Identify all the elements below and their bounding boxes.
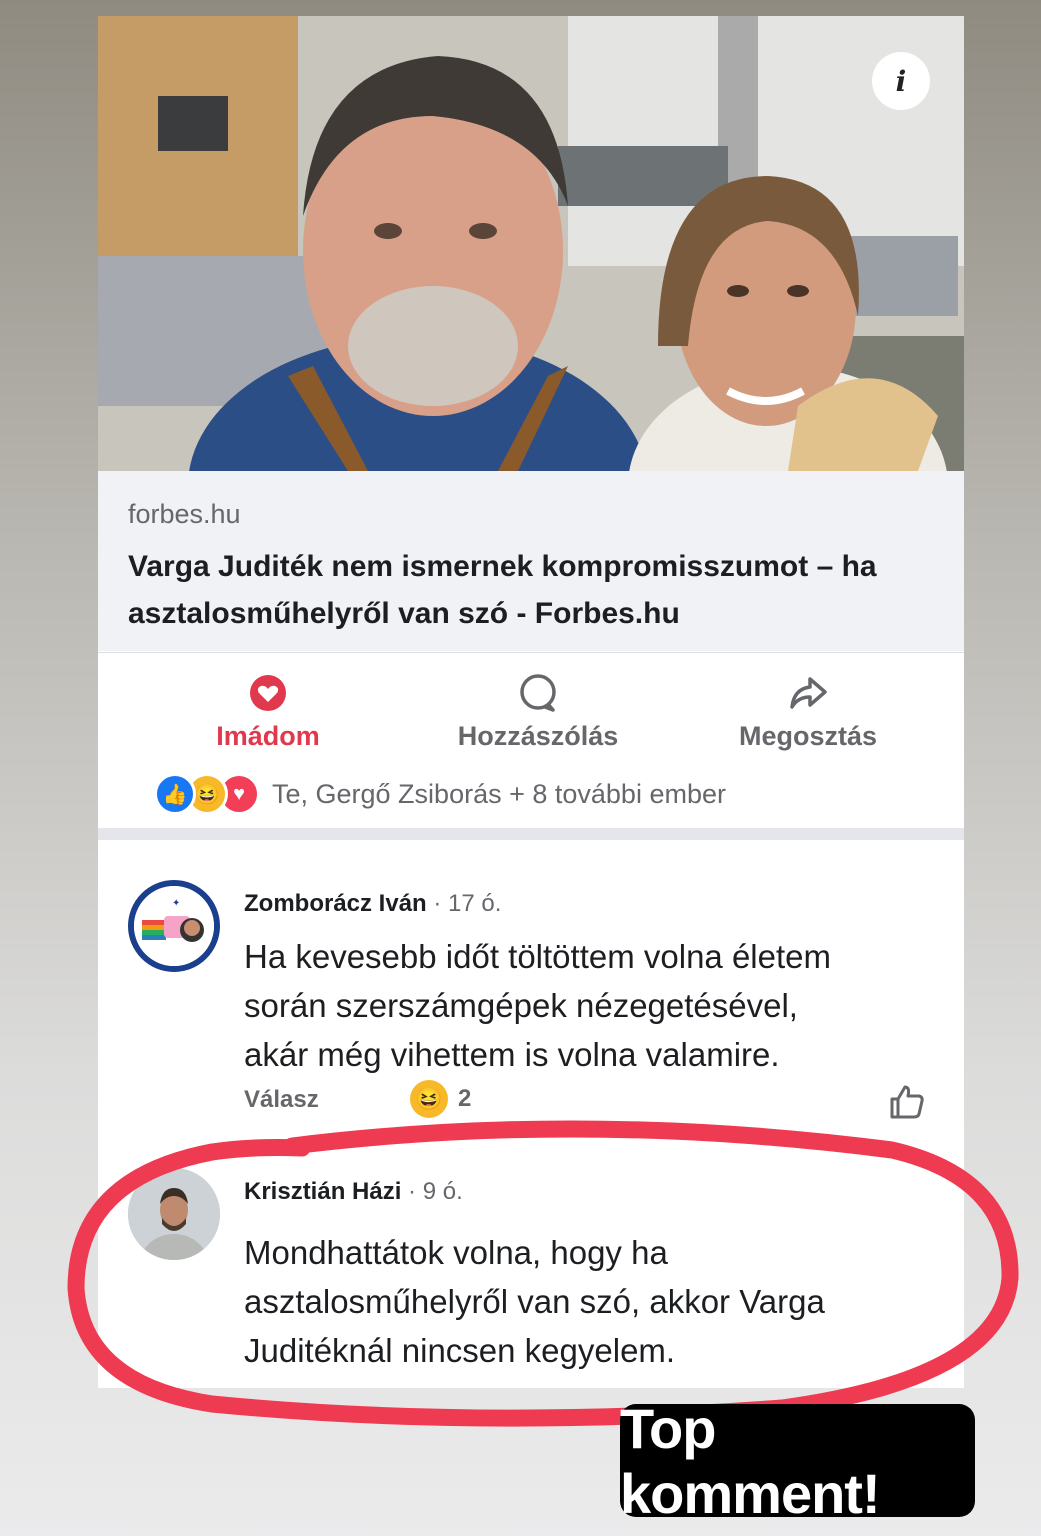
- like-reaction-icon: 👍: [154, 773, 196, 815]
- comment-button[interactable]: Hozzászólás: [418, 671, 658, 752]
- comment-line: akár még vihettem is volna valamire.: [244, 1036, 780, 1073]
- comment-author[interactable]: Zomborácz Iván: [244, 890, 427, 917]
- highlight-circle: [67, 1120, 1019, 1427]
- post-actions-bar: Imádom Hozzászólás Megosztás: [98, 652, 964, 763]
- section-divider: [98, 828, 964, 840]
- info-icon[interactable]: i: [872, 52, 930, 110]
- share-label: Megosztás: [738, 721, 878, 751]
- comment-author-line: Zomborácz Iván · 17 ó.: [244, 890, 501, 918]
- comment-text: Ha kevesebb időt töltöttem volna életem …: [244, 932, 944, 1079]
- share-button[interactable]: Megosztás: [688, 671, 928, 752]
- comment-item: ✦ Zomborácz Iván · 17 ó. Ha kevesebb idő…: [98, 840, 964, 1140]
- link-headline: Varga Juditék nem ismernek kompromisszum…: [128, 550, 877, 630]
- comment-reactions[interactable]: 😆 2: [410, 1080, 471, 1118]
- comment-line: során szerszámgépek nézegetésével,: [244, 987, 798, 1024]
- reply-button[interactable]: Válasz: [244, 1086, 319, 1114]
- comment-bubble-icon: [418, 671, 658, 715]
- comment-label: Hozzászólás: [457, 721, 619, 751]
- love-label: Imádom: [216, 721, 320, 751]
- comment-time: · 17 ó.: [433, 890, 502, 917]
- comment-reaction-count: 2: [458, 1085, 472, 1112]
- post-photo[interactable]: i: [98, 16, 964, 471]
- share-arrow-icon: [688, 671, 928, 715]
- photo-illustration: [98, 16, 964, 471]
- love-button[interactable]: Imádom: [148, 671, 388, 752]
- haha-reaction-icon: 😆: [410, 1080, 448, 1118]
- heart-icon: [148, 671, 388, 715]
- link-domain: forbes.hu: [128, 499, 241, 529]
- reactions-text: Te, Gergő Zsiborás + 8 további ember: [272, 778, 726, 809]
- svg-text:✦: ✦: [172, 898, 180, 909]
- avatar[interactable]: ✦: [128, 880, 220, 972]
- comment-line: Ha kevesebb időt töltöttem volna életem: [244, 938, 831, 975]
- top-comment-badge: Top komment!: [620, 1397, 975, 1525]
- reactions-summary[interactable]: 👍 😆 ♥ Te, Gergő Zsiborás + 8 további emb…: [154, 772, 726, 816]
- link-preview[interactable]: forbes.hu Varga Juditék nem ismernek kom…: [98, 471, 964, 651]
